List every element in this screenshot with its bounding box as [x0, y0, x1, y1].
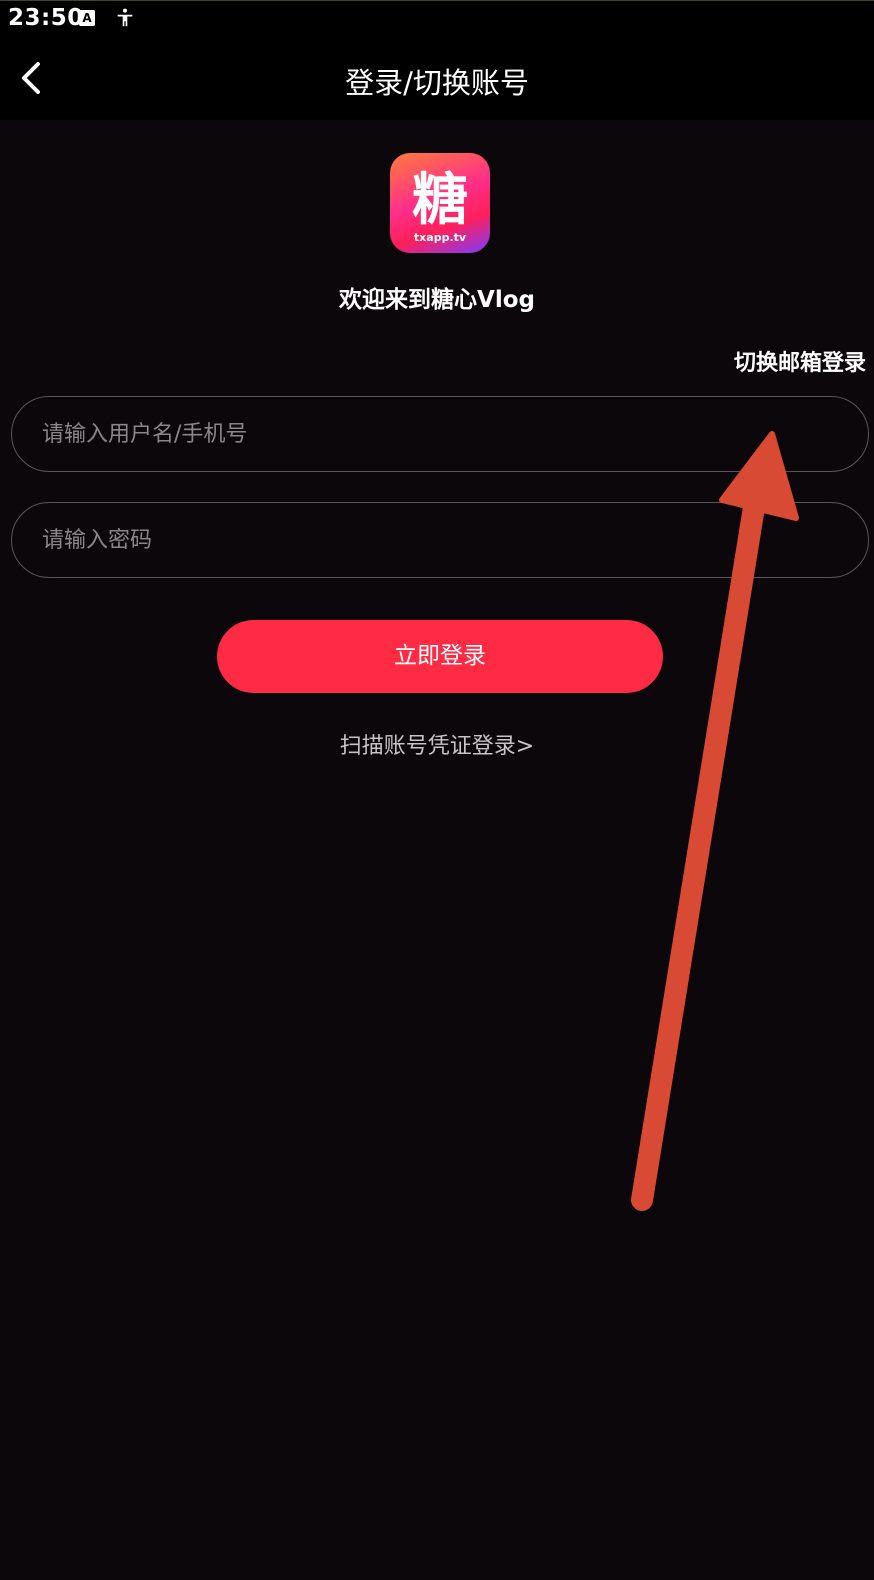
- status-bar: 23:50 A: [0, 0, 874, 36]
- scan-credential-login-link[interactable]: 扫描账号凭证登录>: [0, 728, 874, 760]
- switch-email-login-link[interactable]: 切换邮箱登录: [734, 345, 866, 377]
- username-input[interactable]: [40, 397, 834, 471]
- login-button[interactable]: 立即登录: [217, 620, 663, 693]
- top-app-bar: 登录/切换账号: [0, 36, 874, 120]
- status-time: 23:50: [8, 5, 84, 31]
- app-logo: 糖 txapp.tv: [390, 153, 490, 253]
- logo-subtitle: txapp.tv: [413, 231, 467, 244]
- welcome-text: 欢迎来到糖心Vlog: [339, 287, 535, 313]
- logo-char: 糖: [412, 168, 468, 233]
- username-field-container: [11, 396, 869, 472]
- password-field-container: [11, 502, 869, 578]
- accessibility-icon: [117, 8, 133, 27]
- a-notification-icon: A: [79, 10, 95, 26]
- page-title: 登录/切换账号: [345, 66, 529, 100]
- password-input[interactable]: [40, 503, 834, 577]
